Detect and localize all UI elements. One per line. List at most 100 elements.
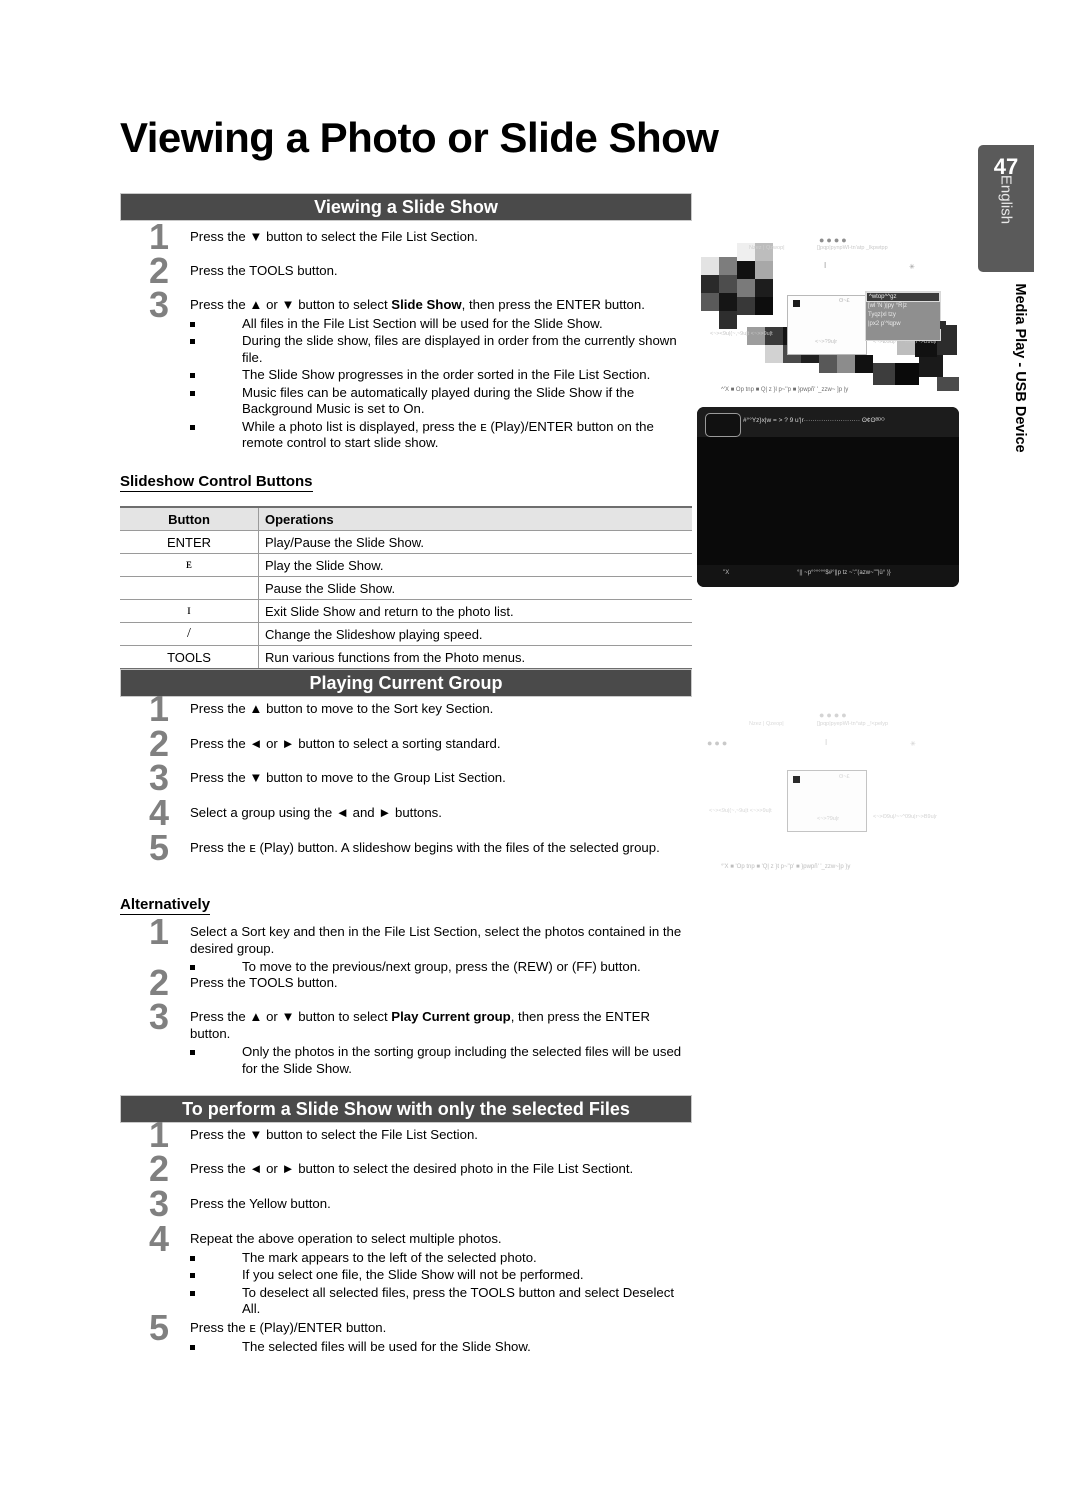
noise-artifact xyxy=(765,345,783,363)
bullet-item: To deselect all selected files, press th… xyxy=(190,1285,692,1318)
step-text: Press the ▲ button to move to the Sort k… xyxy=(190,701,494,716)
step-3-5: 5 Press the ᴇ (Play)/ENTER button. The s… xyxy=(120,1310,692,1356)
step-text-body: Press the ᴇ (Play)/ENTER button. xyxy=(190,1320,387,1335)
noise-artifact xyxy=(837,355,855,373)
step-1-3: 3 Press the ▲ or ▼ button to select Slid… xyxy=(120,287,692,453)
step-number: 5 xyxy=(148,827,170,868)
table-header-row: Button Operations xyxy=(120,506,692,531)
step-number: 4 xyxy=(148,1218,170,1259)
cell-button: ENTER xyxy=(120,530,259,554)
noise-artifact xyxy=(937,377,959,391)
step-text-part-a: Press the ▲ or ▼ button to select xyxy=(190,1009,392,1024)
player-bottom-bar xyxy=(697,565,959,587)
shot3-right-caption: <~>ʘ9u|/~~^09u|r~>B9u|r xyxy=(873,814,937,820)
shot3-sort-key-dots: ●●●● xyxy=(819,710,849,720)
step-text: Select a group using the ◄ and ► buttons… xyxy=(190,805,442,820)
menu-item-3[interactable]: Tyqz|xl tzy xyxy=(866,311,940,320)
step-2-3: 3 Press the ▼ button to move to the Grou… xyxy=(120,760,692,796)
table-row: ᴇ Play the Slide Show. xyxy=(120,553,692,577)
player-footer-right: °|| ~p°°°°°°$#°||p tz ~':"(azw~""|ü° )} xyxy=(797,570,891,576)
noise-artifact xyxy=(719,293,737,311)
shot1-sort-key-dots: ●●●● xyxy=(819,235,849,245)
shot1-top-label-right: []pqp|pynpWI-tn'atp _lkpwtpp xyxy=(817,245,888,251)
cell-button: / xyxy=(120,622,259,646)
menu-item-4[interactable]: |px2 p'^lqpw xyxy=(866,320,940,329)
step-bullets: The selected files will be used for the … xyxy=(190,1339,692,1356)
bullet-item: During the slide show, files are display… xyxy=(190,333,692,366)
bullet-item: Only the photos in the sorting group inc… xyxy=(190,1044,692,1077)
table-row: TOOLS Run various functions from the Pho… xyxy=(120,645,692,670)
table-row: ɪ Exit Slide Show and return to the phot… xyxy=(120,599,692,623)
step-number: 1 xyxy=(148,688,170,729)
cell-operation: Run various functions from the Photo men… xyxy=(258,645,692,670)
shot1-panel-label: ʘ~£ xyxy=(839,298,850,304)
shot1-left-caption: <~><9u|(~,~9u|t <~>>9u|t xyxy=(710,331,773,337)
shot3-top-label-right: []pqp|pyepWI-tn°atp _!<pelyp xyxy=(817,721,889,727)
step-text: Press the ◄ or ► button to select a sort… xyxy=(190,736,501,751)
step-2-4: 4 Select a group using the ◄ and ► butto… xyxy=(120,795,692,831)
page-title: Viewing a Photo or Slide Show xyxy=(120,114,719,161)
shot3-panel-label: ʘ~£ xyxy=(839,774,850,780)
bullet-item: Music files can be automatically played … xyxy=(190,385,692,418)
column-header-button: Button xyxy=(120,506,259,531)
step-3-2: 2 Press the ◄ or ► button to select the … xyxy=(120,1151,692,1187)
section-header-playing-current-group: Playing Current Group xyxy=(120,669,692,697)
noise-artifact xyxy=(701,293,719,311)
step-text: Press the ▲ or ▼ button to select Play C… xyxy=(190,1009,692,1077)
step-text-body: Select a Sort key and then in the File L… xyxy=(190,924,682,956)
shot1-top-label-left: Nzez | Qzwop| xyxy=(749,245,785,251)
noise-artifact xyxy=(819,355,837,373)
step-3-3: 3 Press the Yellow button. xyxy=(120,1186,692,1222)
step-2-1: 1 Press the ▲ button to move to the Sort… xyxy=(120,691,692,727)
step-text: Repeat the above operation to select mul… xyxy=(190,1231,692,1318)
cell-operation: Change the Slideshow playing speed. xyxy=(258,622,692,646)
step-number: 3 xyxy=(148,1183,170,1224)
step-text-part-a: Press the ▲ or ▼ button to select xyxy=(190,297,392,312)
shot1-menu-scroll-arrow-icon[interactable] xyxy=(940,321,946,329)
section-header-selected-files: To perform a Slide Show with only the se… xyxy=(120,1095,692,1123)
step-text-emphasis: Play Current group xyxy=(391,1009,511,1024)
menu-item-2[interactable]: [wl 'Ñ )|py °R|z xyxy=(866,302,940,311)
step-number: 2 xyxy=(148,1148,170,1189)
cell-button xyxy=(120,576,259,600)
shot1-cursor-icon: I xyxy=(824,261,827,270)
noise-artifact xyxy=(719,275,737,293)
step-text: Press the ▲ or ▼ button to select Slide … xyxy=(190,297,692,452)
shot3-footer-legend: °'X ■ 'Op tnp ■ 'Q| z }t p~''p' ■ }pwpñ'… xyxy=(721,864,851,870)
shot3-panel-thumb-icon xyxy=(793,776,800,783)
step-text: Press the TOOLS button. xyxy=(190,975,338,990)
step-number: 3 xyxy=(148,996,170,1037)
step-3-4: 4 Repeat the above operation to select m… xyxy=(120,1221,692,1319)
step-number: 3 xyxy=(148,284,170,325)
noise-artifact xyxy=(755,297,773,315)
step-1-2: 2 Press the TOOLS button. xyxy=(120,253,692,289)
step-number: 3 xyxy=(148,757,170,798)
cell-button: ɪ xyxy=(120,599,259,623)
page-language-label: English xyxy=(997,174,1015,225)
step-text-part-b: , then press the ENTER button. xyxy=(461,297,645,312)
menu-item-slide-show[interactable]: ^wtop^^gz xyxy=(866,292,940,302)
noise-artifact xyxy=(895,363,919,385)
noise-artifact xyxy=(919,355,943,377)
column-header-operations: Operations xyxy=(258,506,692,531)
cell-button: TOOLS xyxy=(120,645,259,670)
table-row: / Change the Slideshow playing speed. xyxy=(120,622,692,646)
shot1-panel-caption: <~>?9u|r xyxy=(815,339,838,345)
shot1-tools-menu[interactable]: ^wtop^^gz [wl 'Ñ )|py °R|z Tyqz|xl tzy |… xyxy=(865,291,941,341)
step-2-5: 5 Press the ᴇ (Play) button. A slideshow… xyxy=(120,830,692,866)
cell-operation: Play/Pause the Slide Show. xyxy=(258,530,692,554)
shot3-center-caption: <~>?9u|r xyxy=(817,816,840,822)
bullet-item: All files in the File List Section will … xyxy=(190,316,692,333)
noise-artifact xyxy=(755,279,773,297)
step-text: Press the TOOLS button. xyxy=(190,263,338,278)
cell-button: ᴇ xyxy=(120,553,259,577)
section-side-caption: Media Play - USB Device xyxy=(1012,283,1028,453)
step-alt-2: 2 Press the TOOLS button. xyxy=(120,965,692,1001)
noise-artifact xyxy=(855,355,873,373)
screenshot-slide-show-playing: #°°Yz}x|w = > ? 9 u'|r··················… xyxy=(697,407,959,587)
bullet-item: If you select one file, the Slide Show w… xyxy=(190,1267,692,1284)
shot1-panel-thumb-icon xyxy=(793,300,800,307)
step-1-1: 1 Press the ▼ button to select the File … xyxy=(120,219,692,255)
cell-operation: Exit Slide Show and return to the photo … xyxy=(258,599,692,623)
step-3-1: 1 Press the ▼ button to select the File … xyxy=(120,1117,692,1153)
